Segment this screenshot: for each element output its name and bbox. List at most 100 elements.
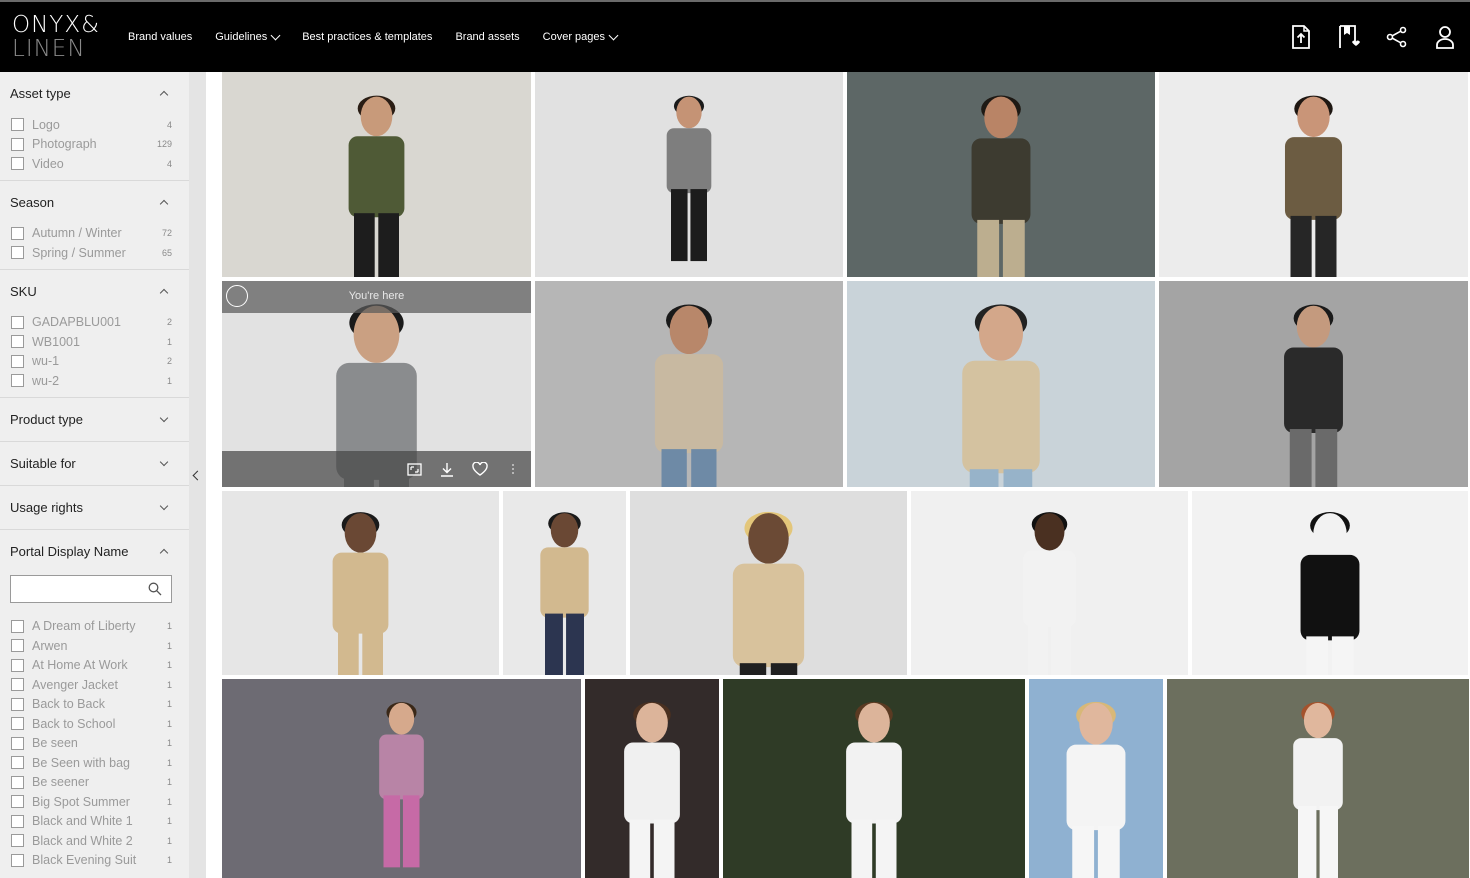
filter-option[interactable]: At Home At Work 1: [0, 656, 189, 676]
checkbox[interactable]: [11, 374, 24, 388]
filter-option[interactable]: Logo 4: [0, 115, 189, 135]
asset-thumbnail[interactable]: [911, 491, 1188, 675]
checkbox[interactable]: [11, 619, 24, 633]
checkbox[interactable]: [11, 246, 24, 260]
nav-brand-values[interactable]: Brand values: [128, 31, 192, 43]
asset-thumbnail[interactable]: [1159, 281, 1468, 487]
filter-option[interactable]: Be Seen with bag 1: [0, 753, 189, 773]
checkbox[interactable]: [11, 756, 24, 770]
photo-figure: [962, 304, 1040, 487]
checkbox[interactable]: [11, 226, 24, 240]
top-header: ONYX& LINEN Brand values Guidelines Best…: [0, 0, 1470, 72]
asset-thumbnail[interactable]: [503, 491, 626, 675]
asset-thumbnail[interactable]: [723, 679, 1025, 878]
filter-option[interactable]: Photograph 129: [0, 135, 189, 155]
asset-thumbnail[interactable]: [847, 72, 1155, 277]
filter-sidebar: Asset type Logo 4 Photograph 129 Video 4 Se…: [0, 72, 189, 878]
filter-header[interactable]: Portal Display Name: [0, 530, 189, 573]
bookmark-icon[interactable]: [1336, 24, 1362, 50]
checkbox[interactable]: [11, 658, 24, 672]
filter-option[interactable]: Be seen 1: [0, 734, 189, 754]
asset-thumbnail[interactable]: [1192, 491, 1468, 675]
asset-thumbnail[interactable]: [847, 281, 1155, 487]
photo-figure: [1300, 512, 1360, 675]
nav-cover-pages[interactable]: Cover pages: [543, 30, 619, 43]
user-icon[interactable]: [1432, 24, 1458, 50]
checkbox[interactable]: [11, 118, 24, 132]
search-icon[interactable]: [148, 582, 162, 601]
asset-thumbnail[interactable]: [1159, 72, 1468, 277]
photo-figure: [971, 95, 1031, 277]
filter-header[interactable]: Season: [0, 181, 189, 224]
filter-suitable-for: Suitable for: [0, 442, 189, 486]
brand-logo[interactable]: ONYX& LINEN: [12, 13, 100, 61]
asset-thumbnail[interactable]: [222, 72, 531, 277]
checkbox[interactable]: [11, 834, 24, 848]
filter-option[interactable]: Back to School 1: [0, 714, 189, 734]
asset-thumbnail[interactable]: [222, 491, 499, 675]
filter-option[interactable]: wu-1 2: [0, 352, 189, 372]
photo-figure: [1066, 701, 1126, 878]
expand-icon[interactable]: [405, 460, 423, 478]
checkbox[interactable]: [11, 639, 24, 653]
filter-option[interactable]: Arwen 1: [0, 636, 189, 656]
nav-best-practices[interactable]: Best practices & templates: [302, 31, 432, 43]
asset-thumbnail[interactable]: [585, 679, 719, 878]
download-file-icon[interactable]: [1288, 24, 1314, 50]
filter-option[interactable]: WB1001 1: [0, 332, 189, 352]
share-icon[interactable]: [1384, 24, 1410, 50]
checkbox[interactable]: [11, 853, 24, 867]
filter-option[interactable]: Black and White 1 1: [0, 812, 189, 832]
filter-option[interactable]: Video 4: [0, 154, 189, 174]
filter-header[interactable]: Suitable for: [0, 442, 189, 485]
checkbox[interactable]: [11, 157, 24, 171]
option-label: Autumn / Winter: [32, 226, 122, 241]
asset-thumbnail[interactable]: [1029, 679, 1163, 878]
asset-thumbnail[interactable]: [630, 491, 907, 675]
chevron-left-icon[interactable]: [192, 470, 203, 481]
filter-header[interactable]: Product type: [0, 398, 189, 441]
filter-option[interactable]: Back to Back 1: [0, 695, 189, 715]
filter-option[interactable]: GADAPBLU001 2: [0, 313, 189, 333]
asset-thumbnail[interactable]: [1167, 679, 1469, 878]
sidebar-collapse-bar[interactable]: [189, 72, 206, 878]
checkbox[interactable]: [11, 717, 24, 731]
checkbox[interactable]: [11, 315, 24, 329]
filter-option[interactable]: Avenger Jacket 1: [0, 675, 189, 695]
download-icon[interactable]: [438, 460, 456, 478]
checkbox[interactable]: [11, 354, 24, 368]
checkbox[interactable]: [11, 697, 24, 711]
checkbox[interactable]: [11, 814, 24, 828]
filter-option[interactable]: Big Spot Summer 1: [0, 792, 189, 812]
asset-thumbnail[interactable]: [535, 72, 843, 277]
filter-header[interactable]: SKU: [0, 270, 189, 313]
filter-option[interactable]: wu-2 1: [0, 371, 189, 391]
option-count: 1: [166, 757, 172, 768]
filter-header[interactable]: Usage rights: [0, 486, 189, 529]
asset-thumbnail[interactable]: You're here: [222, 281, 531, 487]
filter-header[interactable]: Asset type: [0, 72, 189, 115]
checkbox[interactable]: [11, 736, 24, 750]
checkbox[interactable]: [11, 795, 24, 809]
checkbox[interactable]: [11, 335, 24, 349]
filter-option[interactable]: Black Evening Suit 1: [0, 851, 189, 871]
filter-option[interactable]: A Dream of Liberty 1: [0, 617, 189, 637]
nav-guidelines[interactable]: Guidelines: [215, 30, 281, 43]
main-nav: Brand values Guidelines Best practices &…: [128, 2, 640, 72]
checkbox[interactable]: [11, 137, 24, 151]
chevron-down-icon: [159, 413, 169, 422]
option-count: 2: [166, 356, 172, 367]
asset-thumbnail[interactable]: [535, 281, 843, 487]
favorite-heart-icon[interactable]: [471, 460, 489, 478]
more-options-icon[interactable]: [504, 460, 522, 478]
current-position-label: You're here: [348, 290, 405, 302]
filter-option[interactable]: Spring / Summer 65: [0, 243, 189, 263]
asset-thumbnail[interactable]: [222, 679, 581, 878]
nav-brand-assets[interactable]: Brand assets: [455, 31, 519, 43]
filter-option[interactable]: Autumn / Winter 72: [0, 224, 189, 244]
checkbox[interactable]: [11, 775, 24, 789]
filter-option[interactable]: Black and White 2 1: [0, 831, 189, 851]
search-input[interactable]: [11, 575, 148, 600]
filter-option[interactable]: Be seener 1: [0, 773, 189, 793]
checkbox[interactable]: [11, 678, 24, 692]
